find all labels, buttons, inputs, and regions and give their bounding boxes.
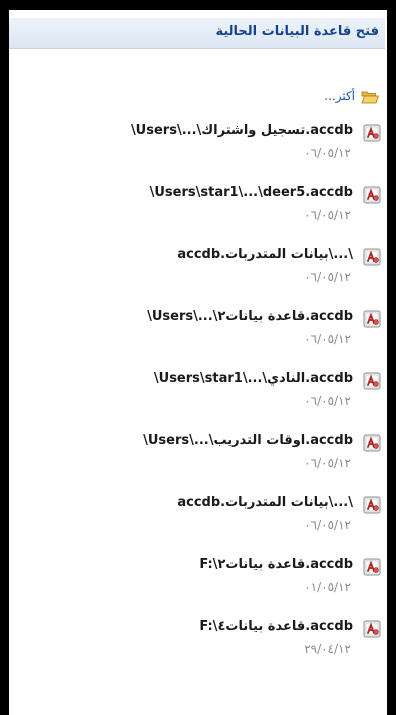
recent-file-item[interactable]: \Users\...\اوقات التدريب.accdb ٠٦/٠٥/١٢ xyxy=(41,432,381,476)
access-database-icon xyxy=(363,620,381,638)
recent-file-date: ٠١/٠٥/١٢ xyxy=(304,580,351,594)
recent-file-date: ٠٦/٠٥/١٢ xyxy=(304,146,351,160)
recent-file-item[interactable]: \Users\...\قاعدة بيانات٢.accdb ٠٦/٠٥/١٢ xyxy=(41,308,381,352)
recent-file-path: \Users\...\اوقات التدريب.accdb xyxy=(143,433,353,448)
more-link[interactable]: أكثر... xyxy=(324,86,379,106)
recent-file-date: ٠٦/٠٥/١٢ xyxy=(304,518,351,532)
more-label: أكثر... xyxy=(324,89,355,103)
recent-file-item[interactable]: \...\بيانات المتدربات.accdb ٠٦/٠٥/١٢ xyxy=(41,494,381,538)
recent-file-path: F:\قاعدة بيانات٤.accdb xyxy=(199,619,353,634)
recent-file-path: \Users\star1\...\النادي.accdb xyxy=(153,371,353,386)
recent-file-item[interactable]: F:\قاعدة بيانات٢.accdb ٠١/٠٥/١٢ xyxy=(41,556,381,600)
recent-file-date: ٠٦/٠٥/١٢ xyxy=(304,332,351,346)
open-database-pane: فتح قاعدة البيانات الحالية أكثر... \User… xyxy=(9,10,387,715)
recent-file-path: \...\بيانات المتدربات.accdb xyxy=(177,495,353,510)
access-database-icon xyxy=(363,558,381,576)
access-database-icon xyxy=(363,496,381,514)
recent-file-path: F:\قاعدة بيانات٢.accdb xyxy=(199,557,353,572)
recent-file-item[interactable]: F:\قاعدة بيانات٤.accdb ٢٩/٠٤/١٢ xyxy=(41,618,381,662)
recent-file-item[interactable]: \Users\star1\...\deer5.accdb ٠٦/٠٥/١٢ xyxy=(41,184,381,228)
recent-file-path: \Users\...\تسجيل واشتراك.accdb xyxy=(130,123,353,138)
pane-title: فتح قاعدة البيانات الحالية xyxy=(215,24,379,39)
recent-file-path: \Users\star1\...\deer5.accdb xyxy=(149,185,353,200)
access-database-icon xyxy=(363,248,381,266)
recent-file-date: ٠٦/٠٥/١٢ xyxy=(304,394,351,408)
recent-file-path: \Users\...\قاعدة بيانات٢.accdb xyxy=(147,309,353,324)
recent-file-item[interactable]: \Users\star1\...\النادي.accdb ٠٦/٠٥/١٢ xyxy=(41,370,381,414)
access-database-icon xyxy=(363,434,381,452)
access-database-icon xyxy=(363,310,381,328)
open-folder-icon xyxy=(361,91,379,103)
recent-file-date: ٠٦/٠٥/١٢ xyxy=(304,270,351,284)
access-database-icon xyxy=(363,372,381,390)
access-database-icon xyxy=(363,186,381,204)
recent-file-date: ٢٩/٠٤/١٢ xyxy=(304,642,351,656)
recent-file-item[interactable]: \...\بيانات المتدربات.accdb ٠٦/٠٥/١٢ xyxy=(41,246,381,290)
recent-file-item[interactable]: \Users\...\تسجيل واشتراك.accdb ٠٦/٠٥/١٢ xyxy=(41,122,381,166)
pane-header: فتح قاعدة البيانات الحالية xyxy=(9,18,385,49)
recent-file-path: \...\بيانات المتدربات.accdb xyxy=(177,247,353,262)
recent-file-date: ٠٦/٠٥/١٢ xyxy=(304,208,351,222)
access-database-icon xyxy=(363,124,381,142)
recent-file-date: ٠٦/٠٥/١٢ xyxy=(304,456,351,470)
